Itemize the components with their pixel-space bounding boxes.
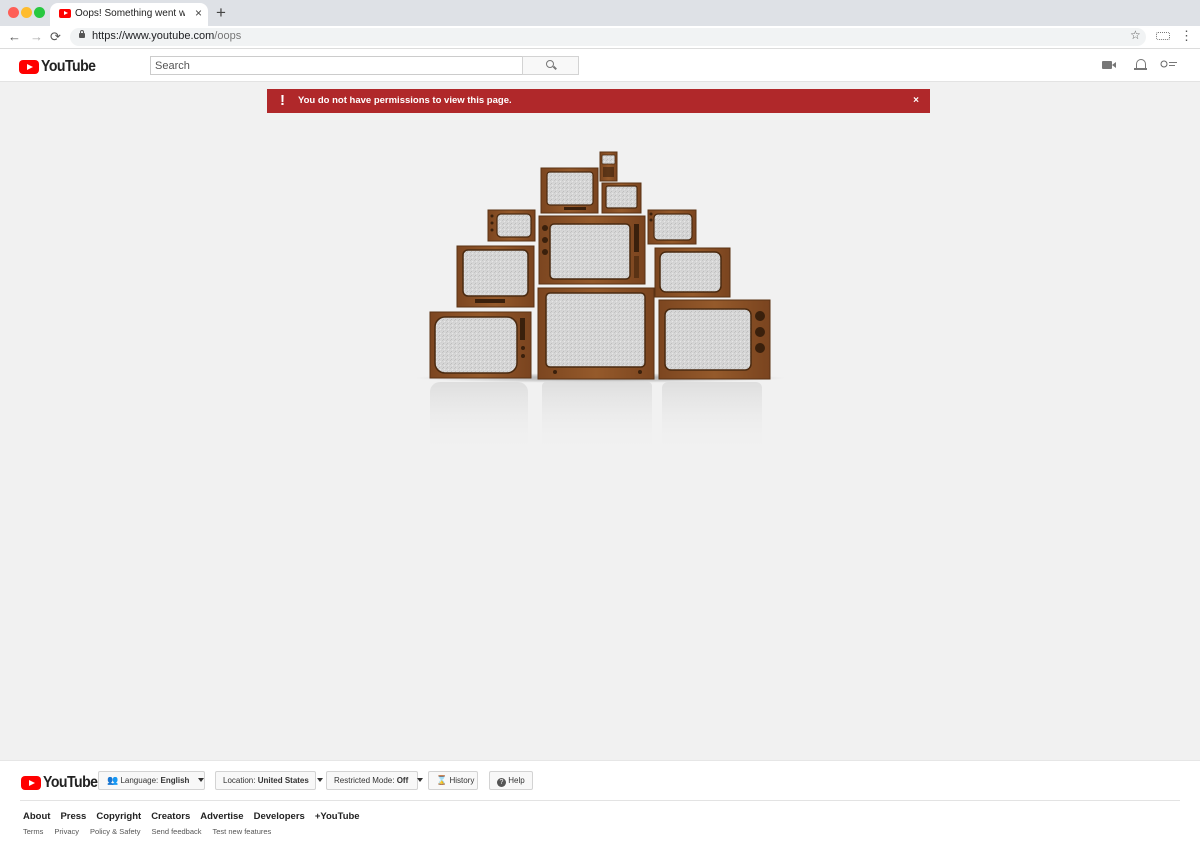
tv-top-tiny: [599, 151, 618, 182]
restricted-mode-dropdown[interactable]: Restricted Mode: Off: [326, 771, 423, 790]
restricted-mode-value: Off: [396, 776, 409, 785]
language-value: English: [160, 776, 190, 785]
tv-upper-center: [540, 167, 599, 214]
exclamation-icon: !: [280, 92, 285, 109]
upload-video-camera-icon[interactable]: [1102, 61, 1116, 69]
tv-bottom-left: [429, 311, 532, 379]
footer-link-developers[interactable]: Developers: [254, 811, 305, 822]
browser-tab-bar: Oops! Something went wrong. × +: [0, 0, 1200, 26]
url-path: /oops: [214, 30, 242, 42]
tab-title: Oops! Something went wrong.: [75, 8, 185, 19]
hourglass-icon: ⌛: [436, 775, 448, 785]
history-button[interactable]: ⌛ History: [428, 771, 478, 790]
youtube-masthead: YouTube: [0, 49, 1200, 82]
footer-youtube-logo[interactable]: YouTube: [21, 774, 105, 792]
alert-close-icon[interactable]: ×: [913, 94, 919, 107]
forward-arrow-icon[interactable]: →: [30, 28, 43, 46]
chevron-down-icon: [317, 778, 324, 782]
error-alert-banner: ! You do not have permissions to view th…: [267, 89, 930, 113]
footer-link-creators[interactable]: Creators: [151, 811, 190, 822]
reload-icon[interactable]: ⟳: [50, 28, 61, 46]
youtube-favicon-icon: [59, 9, 71, 18]
help-question-icon: ?: [497, 778, 506, 787]
notifications-bell-icon[interactable]: [1134, 59, 1147, 70]
browser-tab[interactable]: Oops! Something went wrong. ×: [50, 3, 208, 26]
extension-icon[interactable]: [1156, 32, 1170, 40]
footer-link-terms[interactable]: Terms: [23, 827, 43, 836]
error-message: You do not have permissions to view this…: [298, 95, 512, 106]
footer-link-press[interactable]: Press: [60, 811, 86, 822]
youtube-logo-text: YouTube: [41, 58, 96, 75]
footer-link-privacy[interactable]: Privacy: [54, 827, 79, 836]
footer-link-plus-youtube[interactable]: +YouTube: [315, 811, 360, 822]
footer-secondary-links: Terms Privacy Policy & Safety Send feedb…: [23, 827, 271, 836]
footer-link-send-feedback[interactable]: Send feedback: [151, 827, 201, 836]
tv-middle-left: [456, 245, 535, 308]
footer-link-policy-safety[interactable]: Policy & Safety: [90, 827, 140, 836]
bookmark-star-icon[interactable]: ☆: [1130, 28, 1141, 42]
tv-middle-center: [538, 215, 646, 285]
search-button[interactable]: [522, 56, 579, 75]
youtube-play-icon: [19, 60, 39, 74]
tv-upper-right: [647, 209, 697, 245]
url-text: https://www.youtube.com/oops: [92, 30, 241, 42]
minimize-window-button[interactable]: [21, 7, 32, 18]
tab-close-icon[interactable]: ×: [195, 6, 202, 20]
stacked-tvs-illustration: [415, 151, 785, 454]
maximize-window-button[interactable]: [34, 7, 45, 18]
footer-link-about[interactable]: About: [23, 811, 50, 822]
tv-bottom-right: [658, 299, 771, 380]
lock-icon: [79, 30, 85, 38]
back-arrow-icon[interactable]: ←: [8, 28, 21, 46]
location-value: United States: [257, 776, 309, 785]
footer-logo-text: YouTube: [43, 774, 98, 791]
page-footer: YouTube 👥 Language: English Location: Un…: [0, 760, 1200, 858]
language-dropdown[interactable]: 👥 Language: English: [98, 771, 205, 790]
tv-middle-right: [654, 247, 731, 298]
footer-link-test-new-features[interactable]: Test new features: [213, 827, 272, 836]
avatar-icon: [1160, 60, 1177, 68]
footer-primary-links: About Press Copyright Creators Advertise…: [23, 811, 360, 822]
help-button[interactable]: ? Help: [489, 771, 533, 790]
tv-upper-small: [601, 182, 642, 214]
tv-upper-left: [487, 209, 536, 242]
language-label: Language:: [120, 776, 159, 785]
tv-reflection: [430, 382, 762, 454]
language-people-icon: 👥: [107, 775, 119, 785]
footer-link-advertise[interactable]: Advertise: [200, 811, 243, 822]
footer-link-copyright[interactable]: Copyright: [96, 811, 141, 822]
footer-divider: [20, 800, 1180, 801]
search-icon: [546, 60, 554, 68]
tv-bottom-center: [537, 287, 655, 380]
chevron-down-icon: [197, 778, 204, 782]
close-window-button[interactable]: [8, 7, 19, 18]
location-label: Location:: [223, 776, 256, 785]
restricted-mode-label: Restricted Mode:: [334, 776, 395, 785]
location-dropdown[interactable]: Location: United States: [215, 771, 324, 790]
youtube-logo[interactable]: YouTube: [19, 58, 103, 76]
search-input[interactable]: [150, 56, 523, 75]
youtube-play-icon: [21, 776, 41, 790]
browser-menu-icon[interactable]: ⋮: [1180, 28, 1193, 44]
new-tab-button[interactable]: +: [216, 3, 226, 23]
account-avatar[interactable]: [1160, 58, 1179, 72]
history-label: History: [449, 776, 475, 785]
browser-address-bar: ← → ⟳ https://www.youtube.com/oops ☆ ⋮: [0, 26, 1200, 49]
help-label: Help: [508, 776, 525, 785]
chevron-down-icon: [416, 778, 423, 782]
url-host: https://www.youtube.com: [92, 30, 215, 42]
url-field[interactable]: https://www.youtube.com/oops: [70, 28, 1146, 46]
